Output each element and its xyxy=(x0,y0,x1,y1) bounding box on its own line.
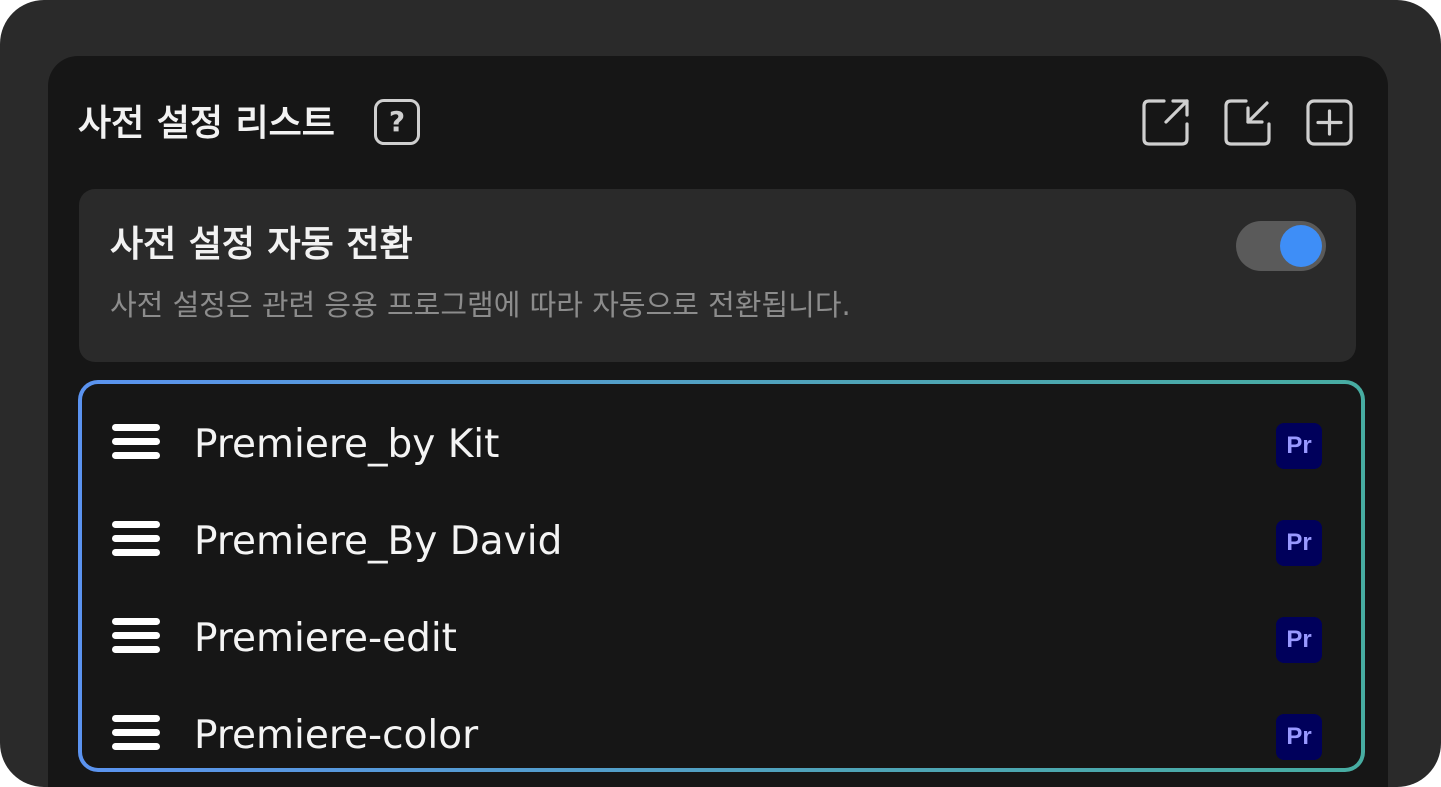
premiere-app-icon: Pr xyxy=(1276,714,1322,760)
auto-switch-description: 사전 설정은 관련 응용 프로그램에 따라 자동으로 전환됩니다. xyxy=(110,288,851,322)
preset-name: Premiere-color xyxy=(194,713,479,758)
preset-row[interactable]: Premiere-color Pr xyxy=(82,675,1361,768)
app-window: 사전 설정 리스트 ? 사전 설정 자동 전환 사전 설정은 관련 응용 프로그… xyxy=(0,0,1441,787)
preset-row[interactable]: Premiere_by Kit Pr xyxy=(82,384,1361,481)
toggle-knob xyxy=(1280,225,1322,267)
preset-name: Premiere-edit xyxy=(194,616,457,661)
drag-handle-icon[interactable] xyxy=(110,618,162,660)
preset-list-inner: Premiere_by Kit Pr Premiere_By David Pr … xyxy=(82,384,1361,768)
drag-handle-icon[interactable] xyxy=(110,521,162,563)
plus-square-icon[interactable] xyxy=(1304,96,1356,148)
preset-name: Premiere_By David xyxy=(194,519,563,564)
drag-handle-icon[interactable] xyxy=(110,715,162,757)
export-icon[interactable] xyxy=(1140,96,1192,148)
preset-list-panel: 사전 설정 리스트 ? 사전 설정 자동 전환 사전 설정은 관련 응용 프로그… xyxy=(48,56,1388,787)
preset-list: Premiere_by Kit Pr Premiere_By David Pr … xyxy=(78,380,1365,772)
import-icon[interactable] xyxy=(1222,96,1274,148)
preset-row[interactable]: Premiere_By David Pr xyxy=(82,481,1361,578)
help-icon[interactable]: ? xyxy=(374,99,420,145)
premiere-app-icon: Pr xyxy=(1276,423,1322,469)
preset-name: Premiere_by Kit xyxy=(194,422,500,467)
premiere-app-icon: Pr xyxy=(1276,520,1322,566)
drag-handle-icon[interactable] xyxy=(110,424,162,466)
preset-row[interactable]: Premiere-edit Pr xyxy=(82,578,1361,675)
panel-title: 사전 설정 리스트 xyxy=(78,103,335,144)
auto-switch-toggle[interactable] xyxy=(1236,221,1326,271)
premiere-app-icon: Pr xyxy=(1276,617,1322,663)
auto-switch-title: 사전 설정 자동 전환 xyxy=(110,224,413,265)
auto-switch-card: 사전 설정 자동 전환 사전 설정은 관련 응용 프로그램에 따라 자동으로 전… xyxy=(79,189,1356,362)
panel-header: 사전 설정 리스트 ? xyxy=(78,96,1358,152)
